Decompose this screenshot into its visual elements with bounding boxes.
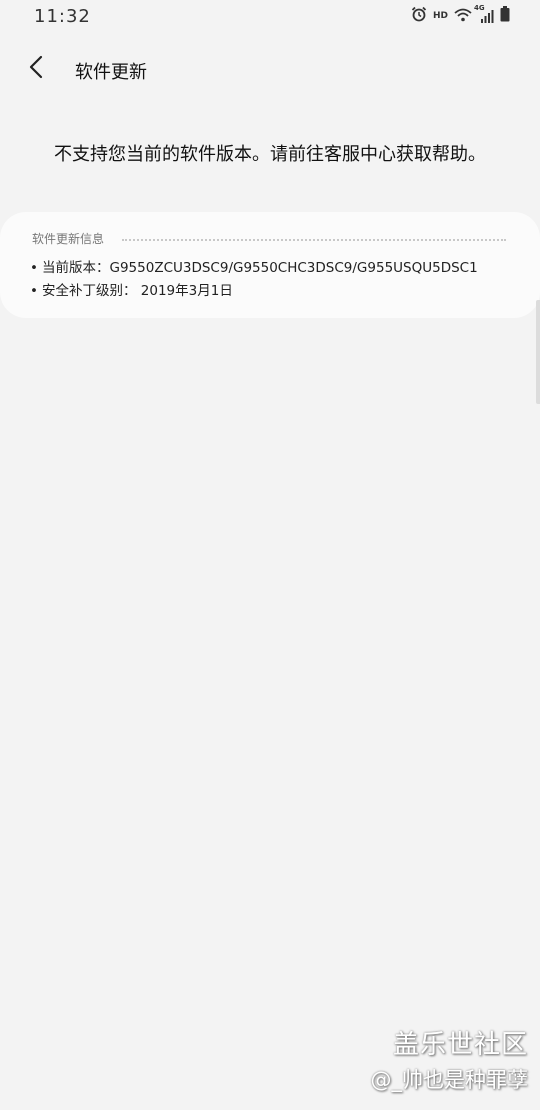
page-title: 软件更新 (75, 62, 147, 83)
alarm-icon (411, 6, 427, 26)
unsupported-version-notice: 不支持您当前的软件版本。请前往客服中心获取帮助。 (54, 144, 486, 165)
dotted-divider (122, 238, 506, 241)
current-version-text: 当前版本：G9550ZCU3DSC9/G9550CHC3DSC9/G955USQ… (42, 260, 478, 276)
watermark-community: 盖乐世社区 (392, 1030, 528, 1060)
signal-icon: 4G (474, 4, 494, 24)
status-time: 11:32 (34, 6, 91, 27)
bullet: • (30, 260, 38, 276)
current-version-item: • 当前版本：G9550ZCU3DSC9/G9550CHC3DSC9/G955US… (30, 256, 478, 276)
chevron-left-icon (29, 55, 43, 83)
security-patch-text: 安全补丁级别： 2019年3月1日 (42, 283, 233, 299)
watermark-user: @_帅也是种罪孽 (370, 1068, 529, 1092)
edge-panel-handle[interactable] (536, 300, 540, 404)
security-patch-item: • 安全补丁级别： 2019年3月1日 (30, 279, 233, 299)
app-header: 软件更新 (0, 48, 540, 92)
card-title: 软件更新信息 (32, 232, 105, 246)
software-info-card: 软件更新信息 • 当前版本：G9550ZCU3DSC9/G9550CHC3DSC9… (0, 212, 540, 318)
card-header: 软件更新信息 (32, 230, 506, 247)
back-button[interactable] (20, 52, 52, 86)
network-type-label: 4G (474, 4, 485, 12)
status-icons: HD 4G (411, 4, 510, 26)
wifi-icon (454, 7, 472, 26)
status-bar: 11:32 HD 4G (0, 0, 540, 34)
hd-indicator: HD (432, 11, 448, 21)
battery-icon (500, 6, 510, 26)
bullet: • (30, 283, 38, 299)
